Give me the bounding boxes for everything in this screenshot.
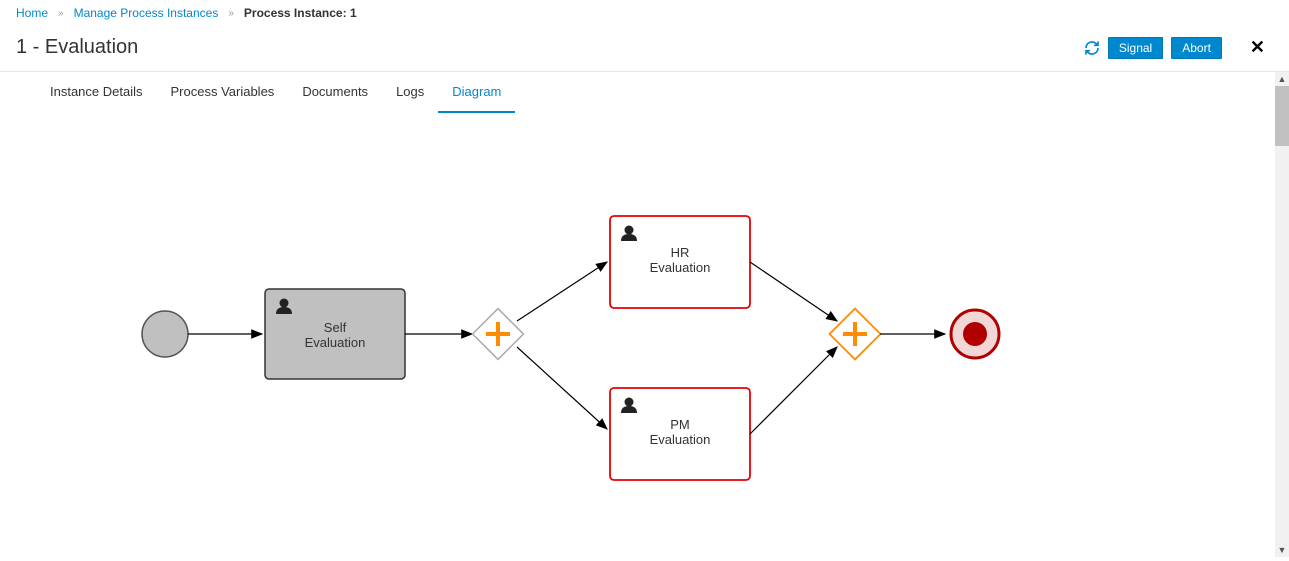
sequence-flow: [517, 347, 607, 429]
tab-diagram[interactable]: Diagram: [438, 72, 515, 113]
scroll-up-icon[interactable]: ▲: [1275, 72, 1289, 86]
task-pm-label-1: PM: [670, 417, 690, 432]
tabs: Instance Details Process Variables Docum…: [16, 72, 1273, 114]
task-hr-label-2: Evaluation: [650, 260, 711, 275]
vertical-scrollbar[interactable]: ▲ ▼: [1275, 72, 1289, 557]
bpmn-diagram: Self Evaluation HR Evaluation: [40, 134, 1240, 561]
close-icon[interactable]: ✕: [1250, 37, 1265, 58]
task-self-label-1: Self: [324, 320, 347, 335]
abort-button[interactable]: Abort: [1171, 37, 1222, 59]
page-title: 1 - Evaluation: [16, 36, 138, 59]
breadcrumb-separator-icon: »: [228, 8, 234, 19]
header-actions: Signal Abort ✕: [1084, 37, 1273, 59]
signal-button[interactable]: Signal: [1108, 37, 1163, 59]
task-self-label-2: Evaluation: [305, 335, 366, 350]
refresh-icon[interactable]: [1084, 40, 1100, 56]
breadcrumb-separator-icon: »: [58, 8, 64, 19]
task-hr-label-1: HR: [671, 245, 690, 260]
tab-instance-details[interactable]: Instance Details: [36, 72, 157, 113]
breadcrumb: Home » Manage Process Instances » Proces…: [0, 0, 1289, 26]
breadcrumb-home[interactable]: Home: [16, 6, 48, 20]
sequence-flow: [750, 347, 837, 434]
tab-logs[interactable]: Logs: [382, 72, 438, 113]
tab-documents[interactable]: Documents: [288, 72, 382, 113]
task-pm-label-2: Evaluation: [650, 432, 711, 447]
scrollbar-thumb[interactable]: [1275, 86, 1289, 146]
breadcrumb-current: Process Instance: 1: [244, 6, 357, 20]
diagram-canvas[interactable]: Self Evaluation HR Evaluation: [40, 134, 1240, 561]
tab-process-variables[interactable]: Process Variables: [157, 72, 289, 113]
sequence-flow: [517, 262, 607, 321]
scroll-down-icon[interactable]: ▼: [1275, 543, 1289, 557]
breadcrumb-manage[interactable]: Manage Process Instances: [74, 6, 219, 20]
start-event[interactable]: [142, 311, 188, 357]
diagram-content: Self Evaluation HR Evaluation: [0, 114, 1289, 561]
end-event-inner: [963, 322, 987, 346]
page-header: 1 - Evaluation Signal Abort ✕: [0, 26, 1289, 72]
sequence-flow: [750, 262, 837, 321]
